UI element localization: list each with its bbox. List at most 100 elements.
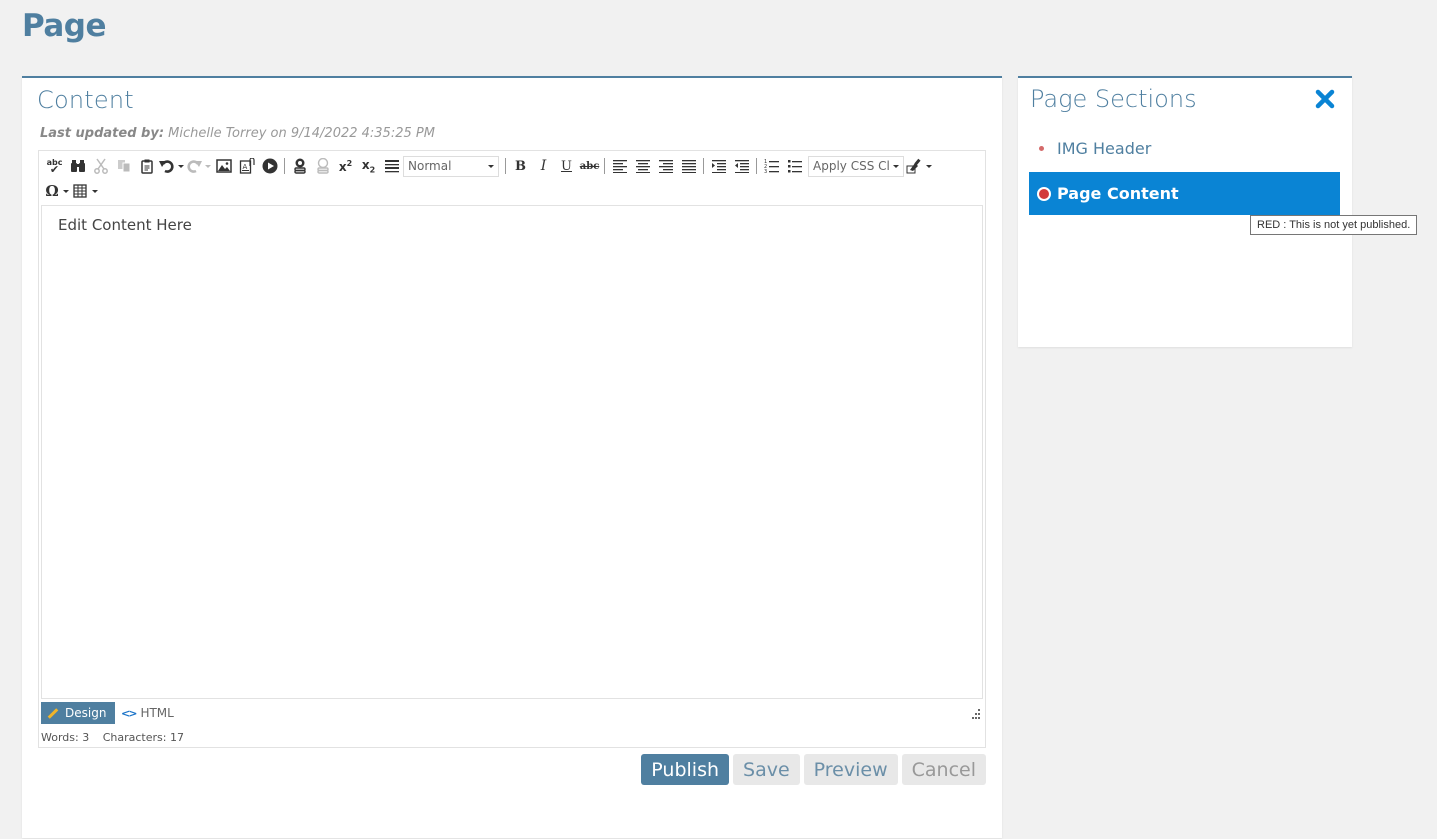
close-button[interactable]: [1314, 88, 1336, 110]
svg-text:3: 3: [764, 169, 767, 174]
pencil-icon: [47, 707, 59, 719]
page-sections-panel: Page Sections IMG Header Page Content: [1018, 76, 1352, 347]
redo-button[interactable]: [185, 155, 203, 177]
image-manager-button[interactable]: [212, 155, 235, 177]
word-count: Words: 3: [41, 731, 90, 744]
status-tooltip: RED : This is not yet published.: [1250, 215, 1418, 235]
css-class-value: Apply CSS Cl...: [813, 159, 889, 173]
format-stripper-dropdown[interactable]: [924, 155, 933, 177]
superscript-icon: x2: [338, 158, 353, 174]
special-characters-dropdown[interactable]: [61, 180, 70, 202]
align-center-icon: [635, 160, 650, 173]
strikethrough-button[interactable]: abc: [578, 155, 601, 177]
justify-button[interactable]: [677, 155, 700, 177]
table-icon: [73, 184, 87, 198]
section-item-page-content[interactable]: Page Content: [1029, 172, 1340, 215]
clipboard-icon: [140, 159, 153, 174]
undo-icon: [159, 160, 174, 173]
outdent-icon: [734, 160, 749, 173]
content-panel: Content Last updated by: Michelle Torrey…: [22, 76, 1002, 838]
document-attach-icon: A: [239, 158, 255, 174]
rich-text-editor: abc ✔ A x2 x2 Normal B I U abc 1 2 3 App…: [38, 150, 986, 748]
play-icon: [262, 158, 277, 174]
html-mode-tab[interactable]: <> HTML: [115, 702, 182, 724]
toolbar-separator: [703, 158, 704, 174]
undo-button[interactable]: [158, 155, 176, 177]
toolbar-separator: [756, 158, 757, 174]
insert-table-dropdown[interactable]: [90, 180, 99, 202]
binoculars-icon: [70, 160, 85, 172]
css-class-select[interactable]: Apply CSS Cl...: [808, 155, 904, 177]
format-block-select[interactable]: Normal: [403, 155, 499, 177]
svg-text:A: A: [242, 163, 247, 171]
document-manager-button[interactable]: A: [235, 155, 258, 177]
indent-icon: [711, 160, 726, 173]
copy-button[interactable]: [112, 155, 135, 177]
publish-button[interactable]: Publish: [641, 754, 730, 785]
undo-dropdown[interactable]: [176, 155, 185, 177]
align-center-button[interactable]: [631, 155, 654, 177]
toolbar-separator: [604, 158, 605, 174]
paintbrush-icon: [906, 158, 921, 174]
spellcheck-button[interactable]: abc ✔: [43, 155, 66, 177]
chevron-down-icon: [488, 164, 494, 168]
status-dot-icon: [1039, 146, 1044, 151]
find-replace-button[interactable]: [66, 155, 89, 177]
scissors-icon: [93, 158, 108, 174]
resize-handle[interactable]: [969, 709, 981, 721]
align-right-icon: [658, 160, 673, 173]
align-left-icon: [612, 160, 627, 173]
character-count: Characters: 17: [102, 731, 184, 744]
bulleted-list-icon: [787, 160, 802, 173]
code-icon: <>: [121, 706, 138, 720]
hyperlink-button[interactable]: [288, 155, 311, 177]
underline-icon: U: [561, 158, 572, 174]
page-sections-title: Page Sections: [1030, 85, 1197, 113]
italic-icon: I: [540, 158, 547, 174]
editor-mode-bar: Design <> HTML: [41, 702, 182, 724]
outdent-button[interactable]: [730, 155, 753, 177]
redo-icon: [187, 160, 202, 173]
superscript-button[interactable]: x2: [334, 155, 357, 177]
design-mode-tab[interactable]: Design: [41, 702, 115, 724]
align-left-button[interactable]: [608, 155, 631, 177]
preview-button[interactable]: Preview: [803, 754, 898, 785]
italic-button[interactable]: I: [532, 155, 555, 177]
insert-table-button[interactable]: [70, 180, 90, 202]
save-button[interactable]: Save: [733, 754, 800, 785]
media-manager-button[interactable]: [258, 155, 281, 177]
section-label: IMG Header: [1057, 139, 1152, 158]
cut-button[interactable]: [89, 155, 112, 177]
design-mode-label: Design: [65, 706, 107, 720]
section-item-img-header[interactable]: IMG Header: [1029, 127, 1340, 170]
numbered-list-button[interactable]: 123: [760, 155, 783, 177]
bulleted-list-button[interactable]: [783, 155, 806, 177]
underline-button[interactable]: U: [555, 155, 578, 177]
toolbar-separator: [284, 158, 285, 174]
action-buttons: Publish Save Preview Cancel: [641, 754, 986, 785]
subscript-icon: x2: [361, 157, 376, 175]
paste-button[interactable]: [135, 155, 158, 177]
last-updated-label: Last updated by:: [40, 126, 165, 141]
toolbar-row-1: abc ✔ A x2 x2 Normal B I U abc 1 2 3 App…: [43, 154, 933, 178]
toolbar-separator: [505, 158, 506, 174]
copy-icon: [117, 160, 130, 173]
subscript-button[interactable]: x2: [357, 155, 380, 177]
bold-button[interactable]: B: [509, 155, 532, 177]
paragraph-button[interactable]: [380, 155, 403, 177]
content-title: Content: [37, 86, 134, 114]
format-block-value: Normal: [408, 159, 452, 173]
spellcheck-icon: abc ✔: [46, 157, 63, 176]
editor-body-text: Edit Content Here: [58, 216, 192, 234]
align-right-button[interactable]: [654, 155, 677, 177]
format-stripper-button[interactable]: [904, 155, 924, 177]
indent-button[interactable]: [707, 155, 730, 177]
cancel-button[interactable]: Cancel: [901, 754, 986, 785]
editor-content-area[interactable]: Edit Content Here: [41, 205, 983, 699]
special-characters-button[interactable]: Ω: [43, 180, 61, 202]
last-updated-value: Michelle Torrey on 9/14/2022 4:35:25 PM: [168, 126, 435, 141]
redo-dropdown[interactable]: [203, 155, 212, 177]
paragraph-lines-icon: [384, 160, 399, 173]
status-dot-icon: [1037, 186, 1051, 201]
remove-link-button[interactable]: [311, 155, 334, 177]
